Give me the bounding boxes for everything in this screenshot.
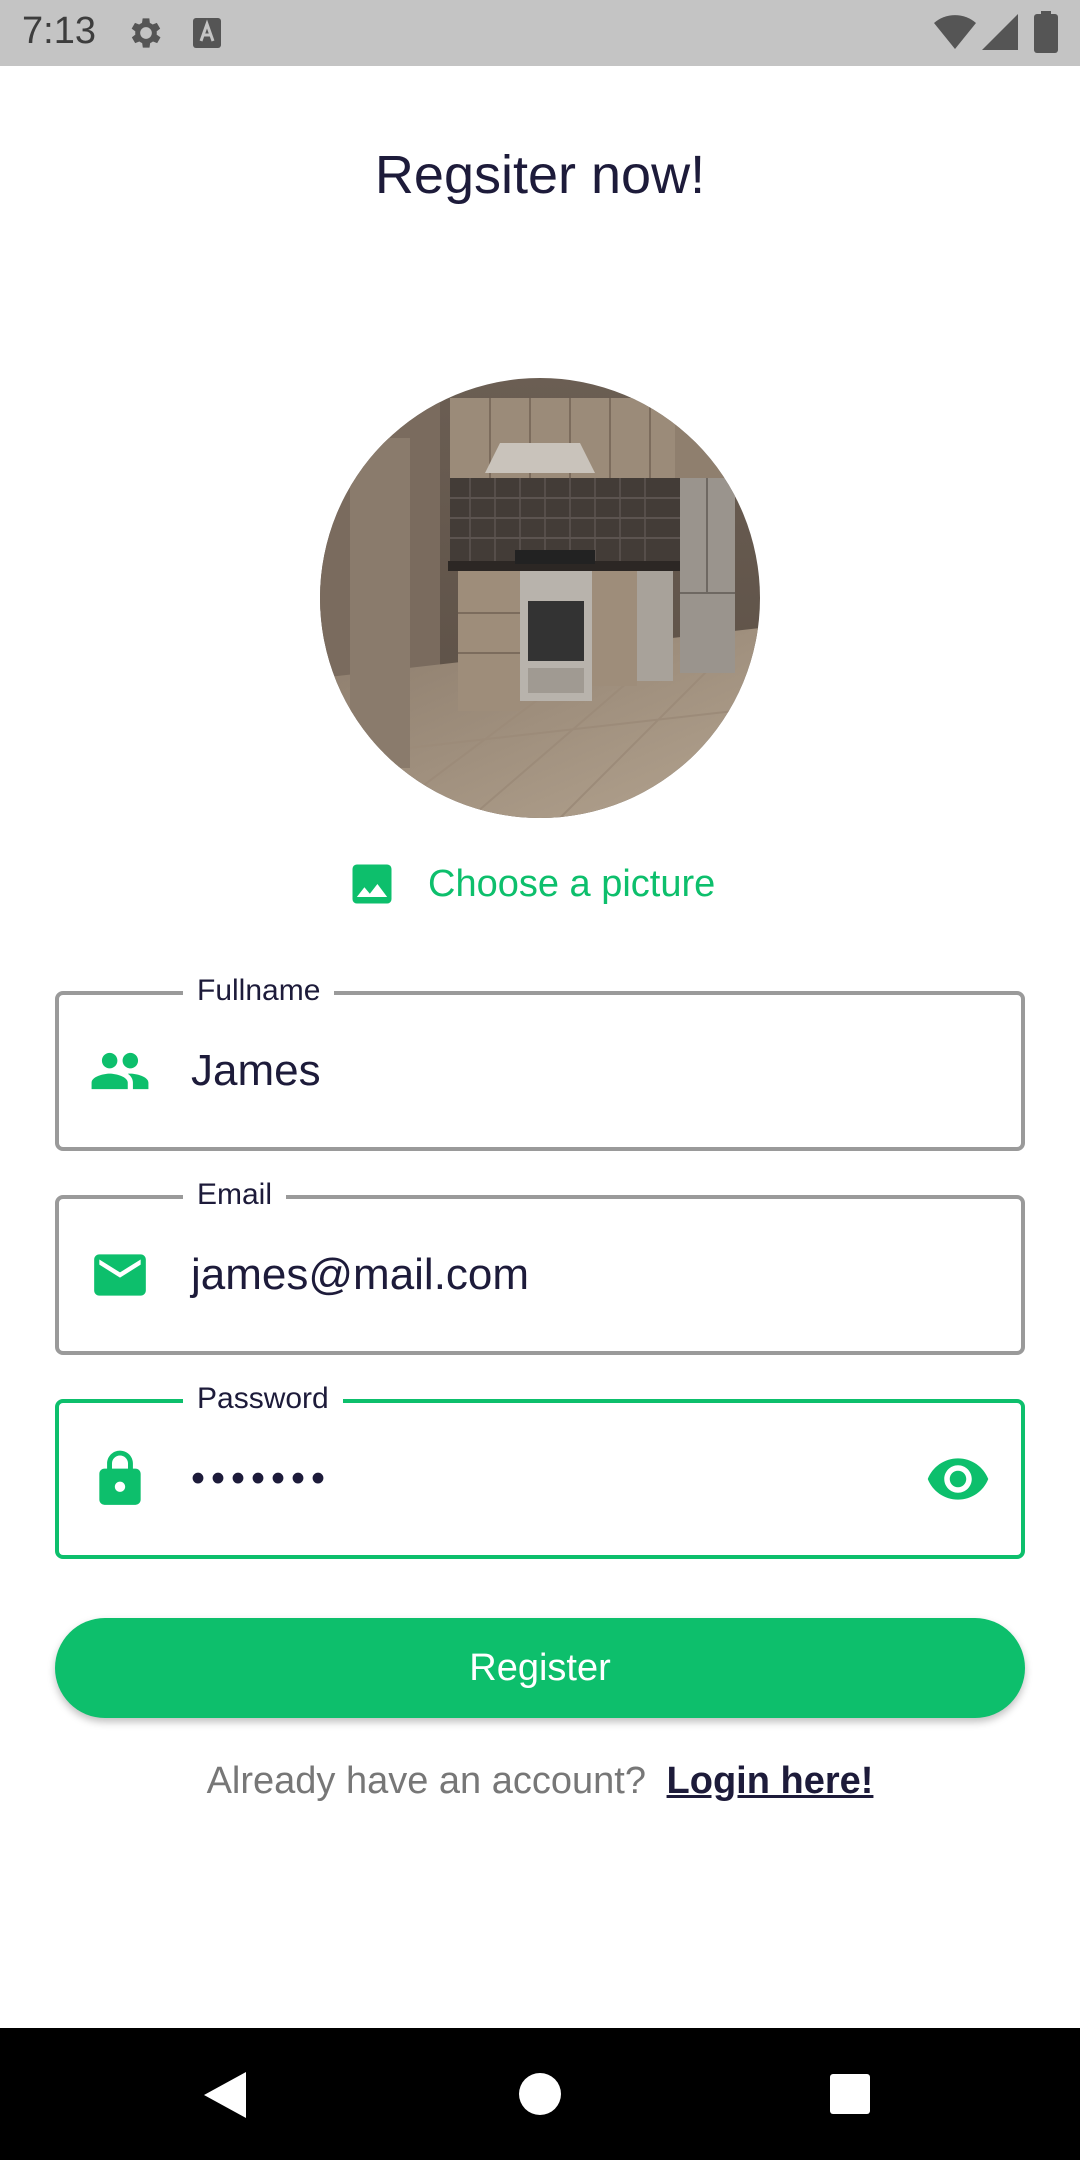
password-field[interactable]: Password ••••••• bbox=[55, 1381, 1025, 1559]
fullname-input[interactable]: James bbox=[191, 1046, 321, 1096]
choose-picture-button[interactable]: Choose a picture bbox=[346, 856, 715, 912]
eye-icon[interactable] bbox=[925, 1446, 991, 1512]
login-link[interactable]: Login here! bbox=[667, 1760, 874, 1802]
back-icon[interactable] bbox=[202, 2070, 248, 2120]
choose-picture-label: Choose a picture bbox=[428, 862, 716, 905]
keyboard-a-icon bbox=[193, 18, 221, 48]
avatar[interactable] bbox=[320, 378, 760, 818]
status-time: 7:13 bbox=[22, 10, 96, 52]
email-field[interactable]: Email james@mail.com bbox=[55, 1177, 1025, 1355]
image-icon bbox=[352, 864, 392, 904]
lock-icon bbox=[99, 1450, 141, 1505]
navigation-bar bbox=[0, 2028, 1080, 2160]
gear-icon bbox=[131, 18, 161, 48]
register-button[interactable]: Register bbox=[55, 1618, 1025, 1718]
mail-icon bbox=[94, 1254, 146, 1296]
recents-icon[interactable] bbox=[829, 2073, 871, 2115]
password-label: Password bbox=[183, 1381, 343, 1417]
battery-icon bbox=[1034, 11, 1058, 53]
fullname-field[interactable]: Fullname James bbox=[55, 973, 1025, 1151]
kitchen-photo bbox=[320, 378, 760, 818]
home-icon[interactable] bbox=[518, 2072, 562, 2116]
login-row: Already have an account? Login here! bbox=[0, 1760, 1080, 1803]
signal-icon bbox=[982, 14, 1018, 50]
email-input[interactable]: james@mail.com bbox=[191, 1250, 529, 1300]
email-label: Email bbox=[183, 1177, 287, 1213]
password-input[interactable]: ••••••• bbox=[191, 1457, 331, 1502]
people-icon bbox=[91, 1052, 149, 1090]
status-bar: 7:13 bbox=[0, 0, 1080, 66]
wifi-icon bbox=[934, 15, 976, 49]
login-prompt: Already have an account? bbox=[206, 1760, 646, 1802]
fullname-label: Fullname bbox=[183, 973, 335, 1009]
page-title: Regsiter now! bbox=[374, 145, 706, 205]
